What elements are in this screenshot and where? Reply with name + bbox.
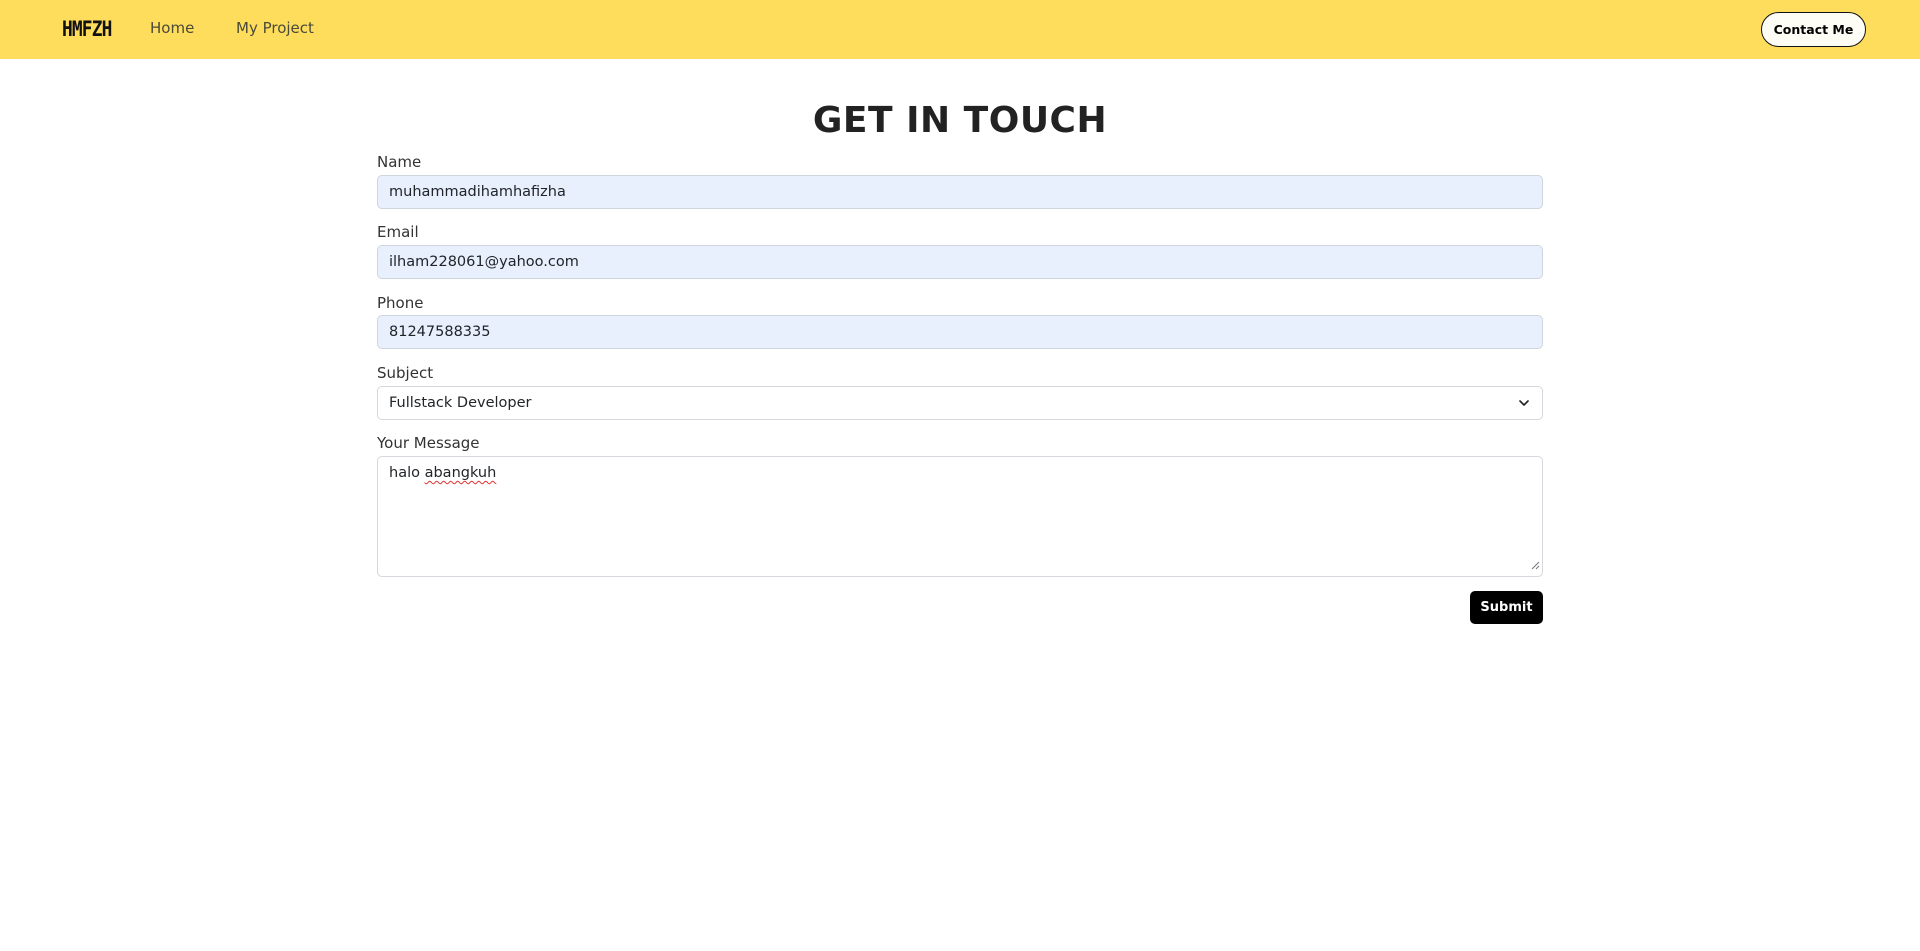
nav-link-my-project[interactable]: My Project (236, 19, 314, 37)
name-input-value: muhammadihamhafizha (389, 184, 566, 200)
subject-select[interactable]: Fullstack Developer (377, 386, 1543, 420)
brand-logo[interactable]: HMFZH (62, 17, 112, 41)
message-word: halo (389, 465, 420, 481)
name-label: Name (377, 153, 422, 171)
subject-select-value: Fullstack Developer (389, 395, 532, 411)
resize-handle-icon[interactable] (1531, 558, 1540, 574)
phone-label: Phone (377, 294, 424, 312)
message-label: Your Message (377, 434, 480, 452)
misspelled-word: abangkuh (424, 465, 497, 481)
phone-input[interactable]: 81247588335 (377, 315, 1543, 349)
nav-link-home[interactable]: Home (150, 19, 194, 37)
name-input[interactable]: muhammadihamhafizha (377, 175, 1543, 209)
email-label: Email (377, 223, 419, 241)
subject-label: Subject (377, 364, 434, 382)
email-input-value: ilham228061@yahoo.com (389, 254, 579, 270)
page-title: GET IN TOUCH (812, 100, 1108, 141)
navbar: HMFZH Home My Project Contact Me (0, 0, 1920, 59)
submit-button[interactable]: Submit (1470, 591, 1543, 624)
email-input[interactable]: ilham228061@yahoo.com (377, 245, 1543, 279)
contact-me-button[interactable]: Contact Me (1761, 12, 1866, 47)
chevron-down-icon (1517, 396, 1531, 410)
phone-input-value: 81247588335 (389, 324, 491, 340)
message-textarea[interactable]: halo abangkuh (377, 456, 1543, 577)
